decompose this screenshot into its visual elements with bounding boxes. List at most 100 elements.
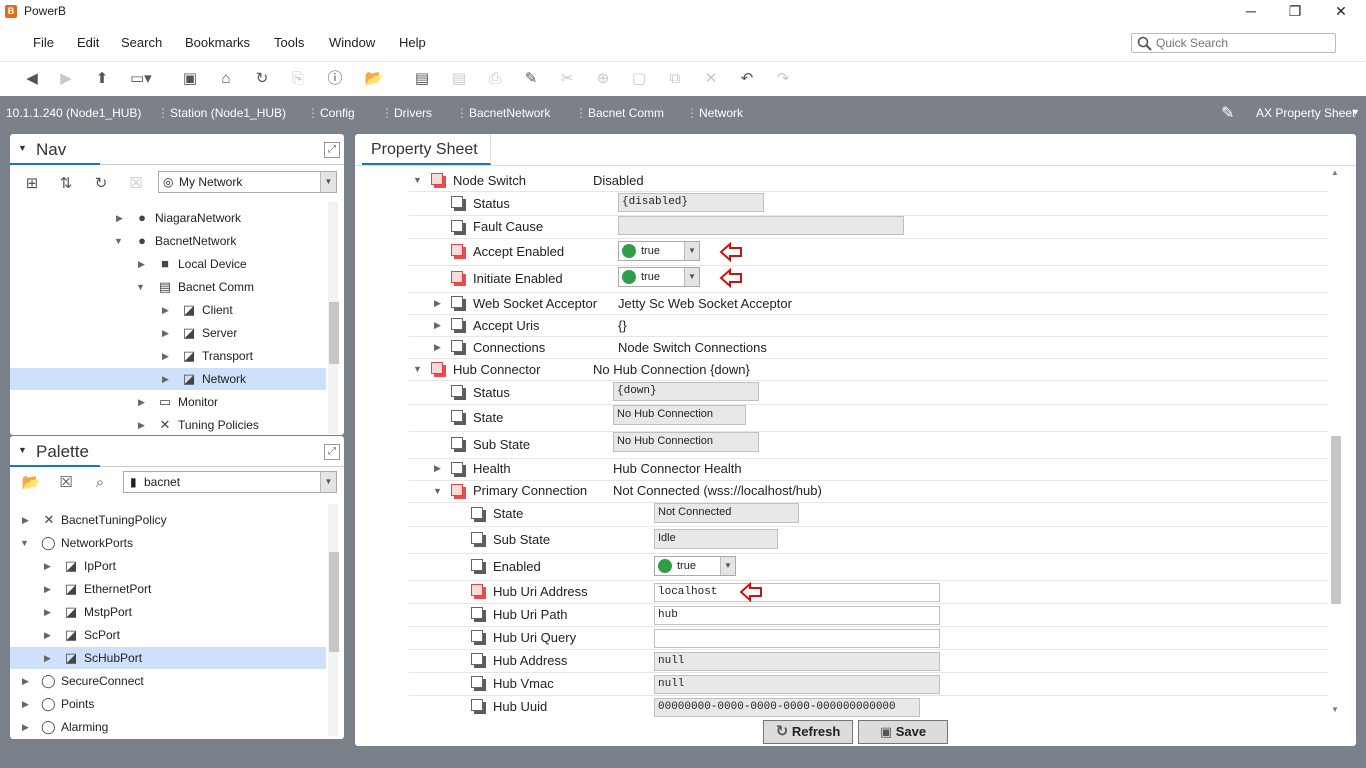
tree-item-niagara-network[interactable]: ▶ ● NiagaraNetwork <box>10 207 326 229</box>
prop-row-hub-vmac[interactable]: Hub Vmac null <box>409 673 1328 696</box>
collapse-arrow-icon[interactable]: ▼ <box>433 486 442 496</box>
pc-sub-state-field[interactable]: Idle <box>654 529 778 549</box>
nav-tab[interactable]: ▼ Nav <box>10 134 100 165</box>
tree-item-monitor[interactable]: ▶ ▭ Monitor <box>10 391 326 413</box>
expand-arrow-icon[interactable]: ▶ <box>22 670 29 692</box>
tree-item-network[interactable]: ▶ ◪ Network <box>10 368 326 390</box>
refresh-button[interactable]: ↻ Refresh <box>763 720 853 744</box>
hub-status-field[interactable]: {down} <box>613 382 759 401</box>
hub-state-field[interactable]: No Hub Connection <box>613 405 746 425</box>
export-icon[interactable]: ⎙ <box>485 69 505 89</box>
scroll-thumb[interactable] <box>329 552 339 652</box>
accept-enabled-dropdown[interactable]: true ▼ <box>618 241 700 261</box>
palette-scrollbar[interactable] <box>328 504 339 736</box>
expand-arrow-icon[interactable]: ▶ <box>138 253 145 275</box>
duplicate-icon[interactable]: ⧉ <box>665 69 685 89</box>
close-palette-icon[interactable]: ☒ <box>56 473 76 493</box>
palette-item-secure-connect[interactable]: ▶ ◯ SecureConnect <box>10 670 326 692</box>
palette-item-points[interactable]: ▶ ◯ Points <box>10 693 326 715</box>
collapse-arrow-icon[interactable]: ▼ <box>413 175 422 185</box>
breadcrumb-item[interactable]: Station (Node1_HUB) <box>170 106 286 120</box>
pencil-icon[interactable]: ✎ <box>1221 103 1234 123</box>
copy-icon[interactable]: ⊕ <box>593 69 613 89</box>
palette-item-mstp-port[interactable]: ▶ ◪ MstpPort <box>10 601 326 623</box>
expand-arrow-icon[interactable]: ▶ <box>162 368 169 390</box>
breadcrumb-item[interactable]: Drivers <box>394 106 432 120</box>
tree-item-server[interactable]: ▶ ◪ Server <box>10 322 326 344</box>
prop-row-status[interactable]: Status {disabled} <box>409 192 1328 216</box>
expand-arrow-icon[interactable]: ▶ <box>22 716 29 738</box>
prop-row-fault-cause[interactable]: Fault Cause <box>409 216 1328 239</box>
up-level-icon[interactable]: ⬆ <box>92 69 112 89</box>
pc-state-field[interactable]: Not Connected <box>654 503 799 523</box>
cut-icon[interactable]: ✂ <box>557 69 577 89</box>
redo-icon[interactable]: ↷ <box>773 69 793 89</box>
prop-row-accept-enabled[interactable]: Accept Enabled true ▼ <box>409 239 1328 266</box>
spy-icon[interactable]: ⎘ <box>288 69 308 89</box>
paste-icon[interactable]: ▢ <box>629 69 649 89</box>
collapse-arrow-icon[interactable]: ▼ <box>136 276 145 298</box>
expand-arrow-icon[interactable]: ▶ <box>162 345 169 367</box>
save-button[interactable]: ▣ Save <box>858 720 948 744</box>
prop-row-primary-connection[interactable]: ▼ Primary Connection Not Connected (wss:… <box>409 481 1328 503</box>
palette-item-network-ports[interactable]: ▼ ◯ NetworkPorts <box>10 532 326 554</box>
restore-icon[interactable]: ❐ <box>1272 0 1318 24</box>
expand-arrow-icon[interactable]: ▶ <box>138 391 145 413</box>
scroll-down-icon[interactable]: ▼ <box>1331 705 1339 714</box>
scroll-thumb[interactable] <box>1331 436 1341 604</box>
collapse-arrow-icon[interactable]: ▼ <box>18 445 27 455</box>
hub-address-field[interactable]: null <box>654 652 940 671</box>
refresh-icon[interactable]: ↻ <box>252 69 272 89</box>
hub-uuid-field[interactable]: 00000000-0000-0000-0000-000000000000 <box>654 698 920 717</box>
prop-row-hub-state[interactable]: State No Hub Connection <box>409 405 1328 432</box>
save-all-icon[interactable]: ▤ <box>449 69 469 89</box>
tree-item-tuning-policies[interactable]: ▶ ✕ Tuning Policies <box>10 414 326 434</box>
new-tab-icon[interactable]: ▣ <box>180 69 200 89</box>
expand-arrow-icon[interactable]: ▶ <box>44 624 51 646</box>
tree-item-bacnet-comm[interactable]: ▼ ▤ Bacnet Comm <box>10 276 326 298</box>
nav-combo[interactable]: ◎ My Network ▼ <box>158 171 337 193</box>
collapse-arrow-icon[interactable]: ▼ <box>18 143 27 153</box>
new-node-icon[interactable]: ⊞ <box>22 174 42 194</box>
palette-item-ethernet-port[interactable]: ▶ ◪ EthernetPort <box>10 578 326 600</box>
prop-row-hub-uri-query[interactable]: Hub Uri Query <box>409 627 1328 650</box>
status-field[interactable]: {disabled} <box>618 193 764 212</box>
breadcrumb-item[interactable]: Config <box>320 106 355 120</box>
prop-row-web-socket-acceptor[interactable]: ▶ Web Socket Acceptor Jetty Sc Web Socke… <box>409 293 1328 315</box>
property-sheet-scrollbar[interactable]: ▲ ▼ <box>1330 168 1341 715</box>
info-icon[interactable]: ⓘ <box>325 69 345 89</box>
prop-row-hub-address[interactable]: Hub Address null <box>409 650 1328 673</box>
expand-arrow-icon[interactable]: ▶ <box>434 342 441 353</box>
sort-icon[interactable]: ⇅ <box>56 174 76 194</box>
expand-arrow-icon[interactable]: ▶ <box>22 693 29 715</box>
hub-uri-address-input[interactable]: localhost <box>654 583 940 602</box>
palette-item-sc-hub-port[interactable]: ▶ ◪ ScHubPort <box>10 647 326 669</box>
collapse-arrow-icon[interactable]: ▼ <box>413 364 422 374</box>
prop-row-hub-uri-address[interactable]: Hub Uri Address localhost <box>409 581 1328 604</box>
prop-row-enabled[interactable]: Enabled true ▼ <box>409 554 1328 581</box>
hub-uri-path-input[interactable]: hub <box>654 606 940 625</box>
hub-sub-state-field[interactable]: No Hub Connection <box>613 432 759 452</box>
scroll-thumb[interactable] <box>329 302 339 364</box>
chevron-down-icon[interactable]: ▼ <box>1351 107 1360 117</box>
palette-item-alarming[interactable]: ▶ ◯ Alarming <box>10 716 326 738</box>
scroll-up-icon[interactable]: ▲ <box>1331 168 1339 177</box>
palette-tab[interactable]: ▼ Palette <box>10 436 100 467</box>
view-selector[interactable]: AX Property Sheet <box>1256 106 1355 120</box>
tab-property-sheet[interactable]: Property Sheet <box>362 134 491 165</box>
prop-row-hub-uri-path[interactable]: Hub Uri Path hub <box>409 604 1328 627</box>
expand-arrow-icon[interactable]: ▶ <box>162 299 169 321</box>
fault-cause-field[interactable] <box>618 216 904 235</box>
quick-search[interactable] <box>1131 33 1336 53</box>
tree-item-bacnet-network[interactable]: ▼ ● BacnetNetwork <box>10 230 326 252</box>
expand-arrow-icon[interactable]: ▶ <box>434 298 441 309</box>
tree-item-client[interactable]: ▶ ◪ Client <box>10 299 326 321</box>
prop-row-hub-connector[interactable]: ▼ Hub Connector No Hub Connection {down} <box>409 359 1328 381</box>
palette-item-sc-port[interactable]: ▶ ◪ ScPort <box>10 624 326 646</box>
prop-row-health[interactable]: ▶ Health Hub Connector Health <box>409 459 1328 481</box>
menu-tools[interactable]: Tools <box>274 35 304 50</box>
expand-arrow-icon[interactable]: ▶ <box>44 601 51 623</box>
chevron-down-icon[interactable]: ▼ <box>320 172 336 192</box>
menu-window[interactable]: Window <box>329 35 375 50</box>
sync-icon[interactable]: ↻ <box>91 174 111 194</box>
